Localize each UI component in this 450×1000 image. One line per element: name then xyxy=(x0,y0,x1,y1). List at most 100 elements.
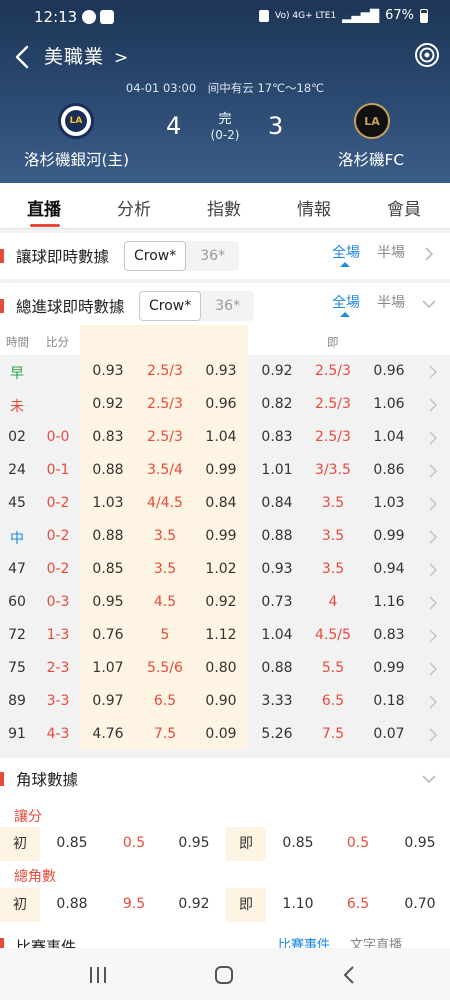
initial-tag: 初 xyxy=(0,827,40,861)
recent-apps-icon[interactable] xyxy=(88,966,108,984)
row-score: 0-3 xyxy=(46,594,70,610)
row-live-line: 4.5/5 xyxy=(315,627,351,643)
handicap-title: 讓球即時數據 xyxy=(16,248,110,266)
table-row[interactable]: 未 0.92 2.5/3 0.96 0.82 2.5/3 1.06 xyxy=(0,388,450,421)
row-live-over: 0.73 xyxy=(261,594,293,610)
match-header: 12:13 Vo) 4G+ LTE1 ▂▄▆█ 67% 美職業 > 04-01 0… xyxy=(0,0,450,183)
row-live-under: 0.99 xyxy=(373,528,405,544)
row-time: 中 xyxy=(10,531,24,547)
corner-total-initial-2: 9.5 xyxy=(122,896,146,912)
handicap-fulltime-toggle[interactable]: 全場 xyxy=(332,242,360,262)
table-row[interactable]: 24 0-1 0.88 3.5/4 0.99 1.01 3/3.5 0.86 xyxy=(0,454,450,487)
totals-bookmaker-count[interactable]: 36* xyxy=(201,291,254,321)
row-live-over: 0.84 xyxy=(261,495,293,511)
row-live-over: 1.01 xyxy=(261,462,293,478)
totals-section-header: 總進球即時數據 Crow* 36* 全場 半場 xyxy=(0,283,450,329)
section-marker xyxy=(0,249,4,263)
corner-handicap-row[interactable]: 初 0.85 0.5 0.95 即 0.85 0.5 0.95 xyxy=(0,827,450,861)
table-row[interactable]: 45 0-2 1.03 4/4.5 0.84 0.84 3.5 1.03 xyxy=(0,487,450,520)
row-score: 4-3 xyxy=(46,726,70,742)
match-meta: 04-01 03:00 间中有云 17℃～18℃ xyxy=(0,80,450,96)
row-initial-under: 0.84 xyxy=(205,495,237,511)
tab-member[interactable]: 會員 xyxy=(387,195,421,220)
row-live-under: 0.86 xyxy=(373,462,405,478)
row-live-under: 1.16 xyxy=(373,594,405,610)
totals-fulltime-toggle[interactable]: 全場 xyxy=(332,292,360,312)
row-live-under: 1.04 xyxy=(373,429,405,445)
chevron-right-icon[interactable] xyxy=(422,247,436,261)
row-time: 47 xyxy=(8,561,26,577)
events-tab[interactable]: 比賽事件 xyxy=(278,934,330,948)
table-row[interactable]: 60 0-3 0.95 4.5 0.92 0.73 4 1.16 xyxy=(0,586,450,619)
chevron-right-icon[interactable] xyxy=(426,497,440,511)
table-row[interactable]: 47 0-2 0.85 3.5 1.02 0.93 3.5 0.94 xyxy=(0,553,450,586)
row-initial-over: 0.93 xyxy=(92,363,124,379)
table-row[interactable]: 75 2-3 1.07 5.5/6 0.80 0.88 5.5 0.99 xyxy=(0,652,450,685)
handicap-section-header: 讓球即時數據 Crow* 36* 全場 半場 xyxy=(0,233,450,279)
totals-bookmaker-chip[interactable]: Crow* xyxy=(139,291,202,321)
corner-total-initial-3: 0.92 xyxy=(178,896,210,912)
back-arrow-icon[interactable] xyxy=(12,44,34,70)
chevron-right-icon[interactable] xyxy=(426,530,440,544)
chevron-right-icon[interactable] xyxy=(426,728,440,742)
corner-handicap-label: 讓分 xyxy=(14,809,42,825)
text-live-tab[interactable]: 文字直播 xyxy=(350,934,402,948)
match-weather: 间中有云 17℃～18℃ xyxy=(207,81,325,95)
row-live-line: 6.5 xyxy=(321,693,345,709)
corner-hc-live-1: 0.85 xyxy=(282,835,314,851)
table-row[interactable]: 中 0-2 0.88 3.5 0.99 0.88 3.5 0.99 xyxy=(0,520,450,553)
chevron-right-icon[interactable] xyxy=(426,563,440,577)
chevron-down-icon[interactable] xyxy=(422,772,436,786)
chevron-right-icon[interactable] xyxy=(426,662,440,676)
corner-total-row[interactable]: 初 0.88 9.5 0.92 即 1.10 6.5 0.70 xyxy=(0,888,450,922)
row-initial-under: 0.96 xyxy=(205,396,237,412)
status-time: 12:13 xyxy=(34,8,78,26)
table-row[interactable]: 89 3-3 0.97 6.5 0.90 3.33 6.5 0.18 xyxy=(0,685,450,718)
corner-hc-live-2: 0.5 xyxy=(346,835,370,851)
handicap-bookmaker-count[interactable]: 36* xyxy=(186,241,239,271)
totals-bookmaker-selector[interactable]: Crow* 36* xyxy=(139,291,255,321)
corner-total-live-2: 6.5 xyxy=(346,896,370,912)
row-live-line: 2.5/3 xyxy=(315,363,351,379)
handicap-halftime-toggle[interactable]: 半場 xyxy=(377,242,405,262)
chevron-right-icon[interactable] xyxy=(426,365,440,379)
row-live-under: 0.18 xyxy=(373,693,405,709)
back-icon[interactable] xyxy=(342,965,356,985)
chat-notification-icon xyxy=(82,10,96,24)
table-row[interactable]: 早 0.93 2.5/3 0.93 0.92 2.5/3 0.96 xyxy=(0,355,450,388)
chevron-down-icon[interactable] xyxy=(422,297,436,311)
row-initial-under: 0.99 xyxy=(205,528,237,544)
home-team-logo[interactable]: LA xyxy=(58,103,94,139)
row-initial-under: 0.92 xyxy=(205,594,237,610)
row-initial-under: 0.09 xyxy=(205,726,237,742)
table-row[interactable]: 91 4-3 4.76 7.5 0.09 5.26 7.5 0.07 xyxy=(0,718,450,751)
row-live-over: 0.83 xyxy=(261,429,293,445)
away-team-logo[interactable]: LA xyxy=(354,103,390,139)
chevron-right-icon[interactable] xyxy=(426,629,440,643)
chevron-right-icon[interactable] xyxy=(426,398,440,412)
row-initial-over: 0.88 xyxy=(92,462,124,478)
away-team-name[interactable]: 洛杉磯FC xyxy=(338,148,404,170)
home-icon[interactable] xyxy=(214,965,234,985)
chevron-right-icon[interactable] xyxy=(426,596,440,610)
league-selector[interactable]: 美職業 > xyxy=(44,42,129,69)
chevron-right-icon[interactable] xyxy=(426,464,440,478)
handicap-bookmaker-chip[interactable]: Crow* xyxy=(124,241,187,271)
chevron-right-icon[interactable] xyxy=(426,431,440,445)
totals-halftime-toggle[interactable]: 半場 xyxy=(377,292,405,312)
table-row[interactable]: 72 1-3 0.76 5 1.12 1.04 4.5/5 0.83 xyxy=(0,619,450,652)
events-section-peek: 比賽事件 比賽事件 文字直播 xyxy=(0,928,450,948)
row-live-line: 3.5 xyxy=(321,528,345,544)
tab-intel[interactable]: 情報 xyxy=(297,195,331,220)
target-icon[interactable] xyxy=(414,42,440,68)
home-team-name[interactable]: 洛杉磯銀河(主) xyxy=(24,148,129,170)
chevron-right-icon[interactable] xyxy=(426,695,440,709)
row-initial-line: 2.5/3 xyxy=(147,396,183,412)
tab-analysis[interactable]: 分析 xyxy=(117,195,151,220)
handicap-bookmaker-selector[interactable]: Crow* 36* xyxy=(124,241,240,271)
table-row[interactable]: 02 0-0 0.83 2.5/3 1.04 0.83 2.5/3 1.04 xyxy=(0,421,450,454)
tab-live[interactable]: 直播 xyxy=(27,195,61,220)
row-live-under: 0.94 xyxy=(373,561,405,577)
row-initial-line: 5.5/6 xyxy=(147,660,183,676)
tab-index[interactable]: 指數 xyxy=(207,195,241,220)
